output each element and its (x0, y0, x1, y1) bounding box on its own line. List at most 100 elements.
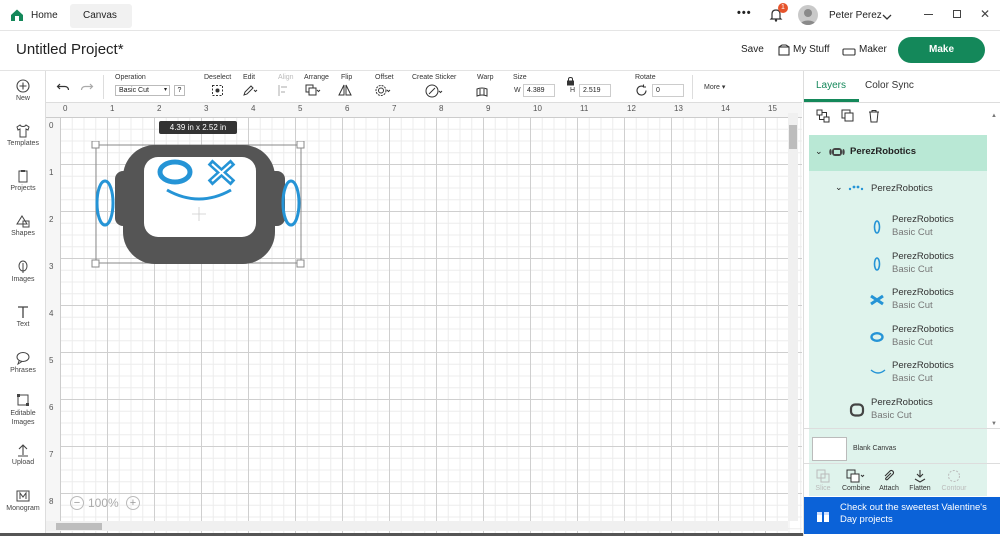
layers-scrollbar[interactable]: ▲ ▼ (990, 111, 998, 433)
tab-home[interactable]: Home (31, 10, 58, 21)
promo-banner[interactable]: Check out the sweetest Valentine's Day p… (804, 497, 1000, 534)
make-button[interactable]: Make (898, 37, 985, 63)
maker-button[interactable]: Maker (859, 44, 887, 55)
layer-subgroup-row[interactable]: ⌄ PerezRobotics (809, 171, 987, 207)
operation-value: Basic Cut (119, 87, 149, 94)
chevron-down-icon[interactable]: ▼ (991, 421, 997, 427)
ruler-tick: 6 (49, 403, 54, 412)
tab-layers[interactable]: Layers (816, 80, 846, 91)
undo-icon[interactable] (56, 80, 70, 94)
height-input[interactable]: 2.519 (579, 84, 611, 97)
more-menu-button[interactable]: ••• (737, 7, 752, 19)
sidebar-item-label: Text (16, 321, 30, 328)
sidebar-item-new[interactable]: New (0, 79, 46, 102)
sidebar-item-text[interactable]: Text (0, 305, 46, 328)
arrange-icon[interactable] (305, 84, 321, 97)
flip-icon[interactable] (338, 84, 354, 97)
width-input[interactable]: 4.389 (523, 84, 555, 97)
ruler-tick: 12 (627, 104, 636, 113)
restore-icon[interactable] (953, 10, 961, 18)
ruler-tick: 5 (49, 356, 54, 365)
lock-icon[interactable] (566, 73, 575, 86)
sidebar-item-label: Monogram (6, 505, 40, 512)
deselect-label: Deselect (204, 74, 232, 81)
home-icon[interactable] (10, 8, 24, 22)
more-button[interactable]: More ▾ (704, 83, 725, 91)
combine-button[interactable]: Combine (840, 469, 872, 492)
ruler-tick: 3 (49, 262, 54, 271)
more-label: More (704, 84, 720, 91)
deselect-icon[interactable] (211, 84, 224, 97)
tab-canvas[interactable]: Canvas (70, 4, 132, 28)
sidebar-item-projects[interactable]: Projects (0, 169, 46, 192)
attach-button[interactable]: Attach (877, 469, 901, 492)
chevron-down-icon[interactable]: ⌄ (815, 146, 823, 157)
sidebar-item-phrases[interactable]: Phrases (0, 351, 46, 374)
tab-color-sync[interactable]: Color Sync (865, 80, 914, 91)
sidebar-item-editable-images[interactable]: Editable Images (0, 393, 46, 427)
minimize-icon[interactable] (924, 14, 933, 15)
mystuff-button[interactable]: My Stuff (793, 44, 830, 55)
design-canvas[interactable]: 0 1 2 3 4 5 6 7 8 9 10 11 12 13 14 15 0 … (46, 103, 802, 533)
sidebar-item-upload[interactable]: Upload (0, 443, 46, 466)
layer-subgroup-name: PerezRobotics (871, 183, 933, 194)
blank-canvas-swatch[interactable] (812, 437, 847, 461)
ruler-tick: 14 (721, 104, 730, 113)
align-icon[interactable] (277, 84, 293, 97)
zoom-in-button[interactable]: + (126, 496, 140, 510)
rotate-label: Rotate (635, 74, 656, 81)
layer-item[interactable]: PerezRobotics Basic Cut (809, 319, 987, 355)
arrange-label: Arrange (304, 74, 329, 81)
project-title[interactable]: Untitled Project* (16, 41, 124, 58)
vertical-scroll-thumb[interactable] (789, 125, 797, 149)
layer-item[interactable]: PerezRobotics Basic Cut (809, 282, 987, 318)
redo-icon[interactable] (80, 80, 94, 94)
operation-select[interactable]: Basic Cut ▾ (115, 85, 170, 96)
group-icon[interactable] (816, 109, 830, 123)
sidebar-item-images[interactable]: Images (0, 260, 46, 283)
sidebar-item-monogram[interactable]: Monogram (0, 489, 46, 512)
ruler-tick: 10 (533, 104, 542, 113)
trash-icon[interactable] (867, 109, 881, 123)
close-icon[interactable]: ✕ (980, 7, 990, 21)
user-name[interactable]: Peter Perez (829, 10, 882, 21)
layer-item[interactable]: PerezRobotics Basic Cut (809, 392, 987, 428)
rotate-input[interactable]: 0 (652, 84, 684, 97)
sticker-icon[interactable] (425, 84, 443, 98)
ruler-tick: 0 (49, 121, 54, 130)
zoom-out-button[interactable]: − (70, 496, 84, 510)
tab-canvas-label: Canvas (83, 10, 117, 21)
flatten-button[interactable]: Flatten (907, 469, 933, 492)
chevron-down-icon[interactable] (882, 9, 892, 20)
horizontal-scroll-thumb[interactable] (56, 523, 102, 530)
sidebar-item-shapes[interactable]: Shapes (0, 214, 46, 237)
project-bar: Untitled Project* Save My Stuff Maker Ma… (0, 31, 1000, 71)
horizontal-scrollbar[interactable] (46, 521, 788, 531)
chevron-down-icon[interactable]: ⌄ (835, 182, 843, 193)
warp-icon[interactable] (476, 85, 492, 97)
save-button[interactable]: Save (741, 44, 764, 55)
pen-icon[interactable] (242, 84, 258, 97)
layer-group-row[interactable]: ⌄ PerezRobotics (809, 135, 987, 171)
divider (692, 75, 693, 99)
ruler-tick: 2 (157, 104, 162, 113)
chevron-up-icon[interactable]: ▲ (991, 113, 997, 119)
sidebar-item-templates[interactable]: Templates (0, 124, 46, 147)
ruler-tick: 7 (49, 450, 54, 459)
vertical-scrollbar[interactable] (788, 113, 798, 521)
help-button[interactable]: ? (174, 85, 185, 96)
sidebar-item-label: Upload (11, 459, 35, 466)
contour-button[interactable]: Contour (939, 469, 969, 492)
robot-design[interactable] (91, 141, 306, 269)
layer-item[interactable]: PerezRobotics Basic Cut (809, 209, 987, 245)
layer-item[interactable]: PerezRobotics Basic Cut (809, 355, 987, 391)
offset-icon[interactable] (375, 84, 391, 97)
avatar[interactable] (798, 5, 818, 25)
sidebar-item-label: New (15, 95, 30, 102)
slice-button[interactable]: Slice (812, 469, 834, 492)
layer-item[interactable]: PerezRobotics Basic Cut (809, 246, 987, 282)
duplicate-icon[interactable] (841, 109, 855, 123)
layer-operation: Basic Cut (892, 373, 933, 384)
shapes-icon (16, 215, 30, 228)
combine-icon (846, 469, 865, 483)
